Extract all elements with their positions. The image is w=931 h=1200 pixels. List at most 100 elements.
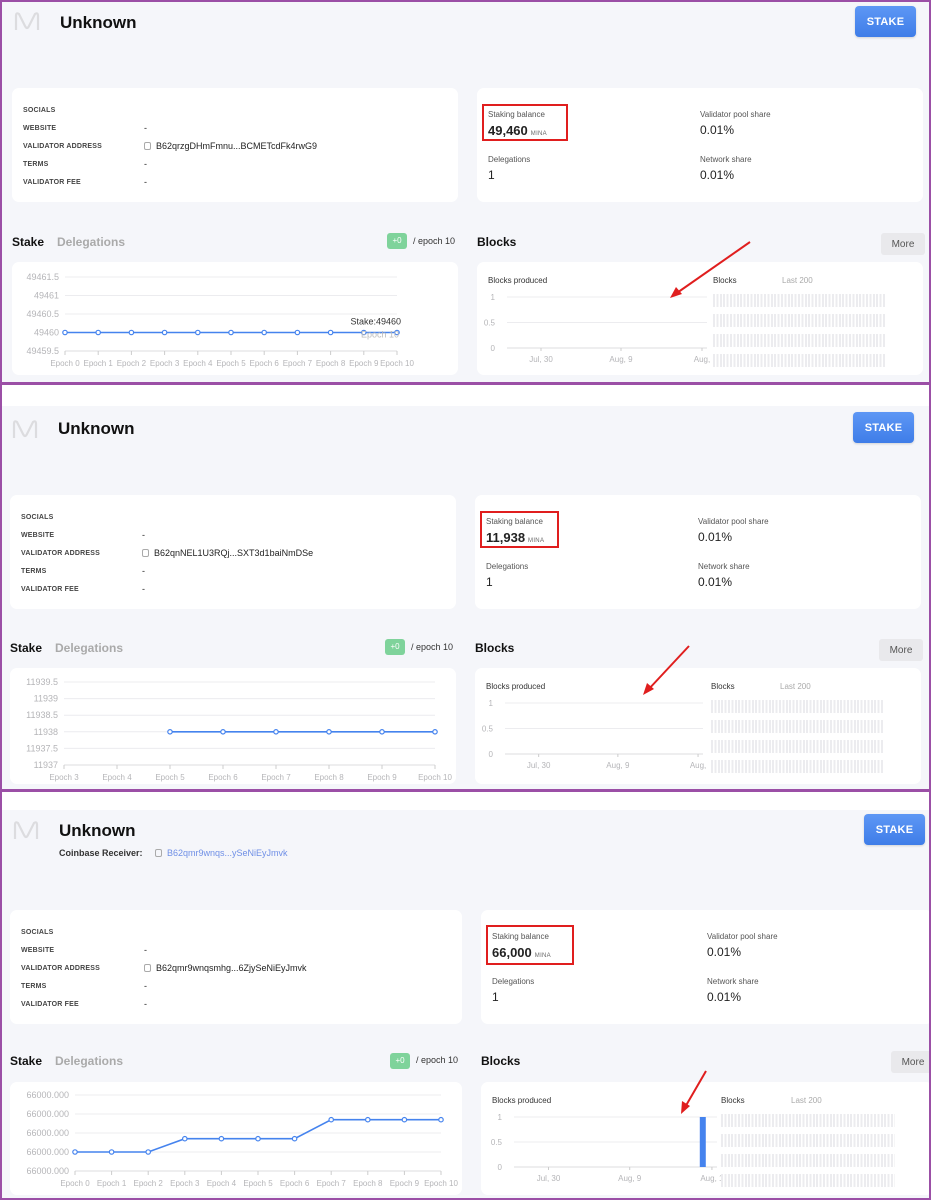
- website-value: -: [144, 123, 147, 133]
- delegations-value: 1: [486, 575, 493, 589]
- blocks-card: Blocks produced 00.51Jul, 30Aug, 9Aug, 1…: [481, 1082, 929, 1195]
- x-tick-label: Aug, 9: [606, 761, 630, 770]
- mina-logo-icon: [12, 420, 38, 438]
- stake-chart-card: 66000.000 66000.000 66000.000 66000.000 6600…: [10, 1082, 462, 1195]
- socials-label: SOCIALS: [21, 514, 54, 521]
- x-tick-label: Epoch 9: [367, 773, 397, 782]
- x-tick-label: Epoch 3: [49, 773, 79, 782]
- validator-info-card: SOCIALS WEBSITE - VALIDATOR ADDRESS B62q…: [10, 910, 462, 1024]
- y-tick-label: 11938: [34, 727, 58, 737]
- network-share-value: 0.01%: [700, 168, 735, 182]
- tab-stake[interactable]: Stake: [12, 235, 44, 249]
- y-tick-label: 49459.5: [26, 346, 59, 356]
- y-tick-label: 0: [489, 750, 494, 759]
- x-tick-label: Aug,: [694, 355, 710, 364]
- copy-icon[interactable]: [144, 142, 151, 150]
- validator-fee-label: VALIDATOR FEE: [21, 1001, 79, 1008]
- validator-panel-3: Unknown Coinbase Receiver: B62qmr9wnqs..…: [0, 790, 931, 1200]
- tab-stake[interactable]: Stake: [10, 1054, 42, 1068]
- x-tick-label: Epoch 7: [283, 359, 313, 368]
- tab-delegations[interactable]: Delegations: [55, 641, 123, 655]
- staking-balance-value: 11,938 MINA: [486, 530, 545, 545]
- terms-label: TERMS: [21, 983, 47, 990]
- stake-chart-card: 11937 11937.5 11938 11938.5 11939 11939.5 Epoc…: [10, 668, 456, 784]
- x-tick-label: Epoch 7: [317, 1179, 347, 1188]
- stake-chart-card: 49459.5 49460 49460.5 49461 49461.5 Epoch 0 Ep…: [12, 262, 458, 375]
- network-share-value: 0.01%: [707, 990, 742, 1004]
- socials-label: SOCIALS: [23, 107, 56, 114]
- y-tick-label: 49460.5: [26, 309, 59, 319]
- x-tick-label: Epoch 3: [150, 359, 180, 368]
- x-tick-label: Epoch 4: [183, 359, 213, 368]
- stake-button[interactable]: STAKE: [855, 6, 916, 37]
- blocks-grid-row: [721, 1154, 895, 1167]
- delegations-value: 1: [492, 990, 499, 1004]
- blocks-grid-range: Last 200: [780, 682, 811, 691]
- x-tick-label: Epoch 3: [170, 1179, 200, 1188]
- stake-chart: 66000.000 66000.000 66000.000 66000.000 6600…: [26, 1090, 458, 1188]
- validator-panel-1: Unknown STAKE SOCIALS WEBSITE - VALIDATO…: [0, 0, 931, 384]
- terms-label: TERMS: [21, 568, 47, 575]
- blocks-grid-row: [721, 1134, 895, 1147]
- tooltip-value: Stake:49460: [350, 317, 401, 327]
- network-share-value: 0.01%: [698, 575, 733, 589]
- x-tick-label: Epoch 1: [97, 1179, 127, 1188]
- tab-stake[interactable]: Stake: [10, 641, 42, 655]
- copy-icon[interactable]: [144, 964, 151, 972]
- more-button[interactable]: More: [879, 639, 923, 661]
- data-point: [328, 1116, 335, 1123]
- stats-card: Staking balance 11,938 MINA Validator poo…: [475, 495, 921, 609]
- data-point: [379, 728, 385, 735]
- data-point: [326, 728, 332, 735]
- y-tick-label: 0.5: [491, 1138, 503, 1147]
- data-point: [291, 1135, 298, 1142]
- blocks-produced-chart: 0 0.5 1 Jul, 30 Aug, 9 Aug,: [484, 293, 710, 364]
- coinbase-receiver[interactable]: B62qmr9wnqs...ySeNiEyJmvk: [155, 848, 288, 858]
- blocks-card: Blocks produced 0 0.5 1 Jul, 30 Aug, 9 Aug, B…: [477, 262, 923, 375]
- validator-panel-2: Unknown STAKE SOCIALS WEBSITE - VALIDATO…: [0, 383, 931, 791]
- blocks-grid-title: Blocks: [711, 682, 735, 691]
- validator-fee-value: -: [142, 584, 145, 594]
- y-tick-label: 49460: [34, 328, 59, 338]
- stake-line: [75, 1118, 441, 1153]
- validator-address[interactable]: B62qrzgDHmFmnu...BCMETcdFk4rwG9: [144, 141, 317, 151]
- blocks-grid-row: [711, 740, 883, 753]
- x-tick-label: Aug, 1: [700, 1174, 721, 1183]
- y-tick-label: 66000.000: [26, 1090, 69, 1100]
- data-point: [62, 329, 68, 336]
- stake-button[interactable]: STAKE: [853, 412, 914, 443]
- staking-balance-label: Staking balance: [488, 110, 545, 119]
- stake-button[interactable]: STAKE: [864, 814, 925, 845]
- mina-logo-icon: [13, 821, 39, 839]
- validator-name: Unknown: [58, 419, 135, 438]
- x-tick-label: Epoch 8: [353, 1179, 383, 1188]
- more-button[interactable]: More: [881, 233, 925, 255]
- blocks-title: Blocks: [477, 235, 517, 249]
- blocks-card: Blocks produced 0 0.5 1 Jul, 30 Aug, 9 Aug, B…: [475, 668, 921, 784]
- terms-value: -: [144, 981, 147, 991]
- y-tick-label: 1: [498, 1113, 503, 1122]
- staking-balance-label: Staking balance: [492, 932, 549, 941]
- y-tick-label: 66000.000: [26, 1128, 69, 1138]
- blocks-produced-chart: 0 0.5 1 Jul, 30 Aug, 9 Aug, 1: [491, 1113, 721, 1183]
- validator-address-label: VALIDATOR ADDRESS: [23, 143, 102, 150]
- blocks-title: Blocks: [481, 1054, 521, 1068]
- copy-icon[interactable]: [155, 849, 162, 857]
- x-tick-label: Aug,: [690, 761, 706, 770]
- validator-address[interactable]: B62qmr9wnqsmhg...6ZjySeNiEyJmvk: [144, 963, 307, 973]
- y-tick-label: 11938.5: [26, 710, 58, 720]
- data-point: [128, 329, 135, 336]
- validator-fee-label: VALIDATOR FEE: [21, 586, 79, 593]
- y-tick-label: 11939: [34, 694, 58, 704]
- coinbase-receiver-value[interactable]: B62qmr9wnqs...ySeNiEyJmvk: [167, 848, 288, 858]
- more-button[interactable]: More: [891, 1051, 929, 1073]
- y-tick-label: 0.5: [484, 319, 496, 328]
- blocks-title: Blocks: [475, 641, 515, 655]
- tab-delegations[interactable]: Delegations: [57, 235, 125, 249]
- y-tick-label: 66000.000: [26, 1109, 69, 1119]
- validator-address[interactable]: B62qnNEL1U3RQj...SXT3d1baiNmDSe: [142, 548, 313, 558]
- validator-fee-value: -: [144, 177, 147, 187]
- copy-icon[interactable]: [142, 549, 149, 557]
- tab-delegations[interactable]: Delegations: [55, 1054, 123, 1068]
- y-tick-label: 0: [498, 1163, 503, 1172]
